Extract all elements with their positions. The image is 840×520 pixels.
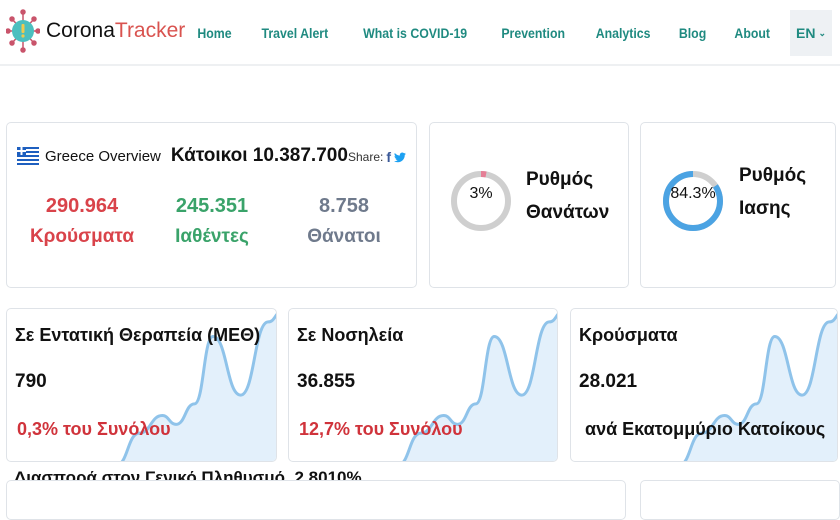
icu-value: 790 bbox=[15, 371, 47, 392]
top-navbar: CoronaTracker Home Travel Alert What is … bbox=[0, 0, 840, 66]
overview-title: Greece Overview bbox=[45, 147, 161, 165]
greece-flag-icon bbox=[17, 147, 39, 165]
icu-share: 0,3% του Συνόλου bbox=[17, 419, 171, 439]
icu-card: Σε Εντατική Θεραπεία (ΜΕΘ) 790 0,3% του … bbox=[6, 308, 277, 462]
stat-deaths: 8.758 Θάνατοι bbox=[279, 195, 409, 248]
hospitalized-card: Σε Νοσηλεία 36.855 12,7% του Συνόλου bbox=[288, 308, 558, 462]
nav-prevention[interactable]: Prevention bbox=[501, 25, 565, 41]
recovery-rate-label: Ρυθμός Ιασης bbox=[739, 165, 807, 219]
cases-label: Κρούσματα bbox=[29, 226, 135, 247]
recovered-value: 245.351 bbox=[175, 195, 249, 217]
hospitalized-title: Σε Νοσηλεία bbox=[297, 325, 404, 345]
brand-logo[interactable]: CoronaTracker bbox=[6, 8, 185, 54]
population: Κάτοικοι 10.387.700 bbox=[170, 145, 348, 166]
brand-name: CoronaTracker bbox=[46, 19, 186, 42]
share-label: Share: bbox=[347, 150, 384, 164]
twitter-icon[interactable] bbox=[394, 151, 406, 163]
chevron-down-icon: ⌄ bbox=[818, 27, 826, 38]
nav-blog[interactable]: Blog bbox=[679, 25, 706, 41]
deaths-value: 8.758 bbox=[318, 195, 370, 217]
icu-title: Σε Εντατική Θεραπεία (ΜΕΘ) bbox=[15, 325, 261, 345]
share-links: Share: f bbox=[348, 149, 406, 165]
nav-travel-alert[interactable]: Travel Alert bbox=[261, 25, 328, 41]
language-selector[interactable]: EN ⌄ bbox=[790, 10, 832, 56]
country-overview-card: Greece Overview Κάτοικοι 10.387.700 Shar… bbox=[6, 122, 417, 288]
facebook-icon[interactable]: f bbox=[386, 149, 391, 165]
cases-per-million-title: Κρούσματα bbox=[579, 325, 678, 345]
cases-value: 290.964 bbox=[45, 195, 119, 217]
lower-card-left bbox=[6, 480, 626, 520]
nav-analytics[interactable]: Analytics bbox=[596, 25, 651, 41]
cases-per-million-card: Κρούσματα 28.021 ανά Εκατομμύριο Κατοίκο… bbox=[570, 308, 838, 462]
stat-cases: 290.964 Κρούσματα bbox=[17, 195, 147, 248]
nav-home[interactable]: Home bbox=[197, 25, 231, 41]
main-menu: Home Travel Alert What is COVID-19 Preve… bbox=[172, 10, 832, 56]
cases-per-million-sub: ανά Εκατομμύριο Κατοίκους bbox=[585, 419, 826, 439]
recovery-rate-card: 84.3% Ρυθμός Ιασης bbox=[640, 122, 836, 288]
recovered-label: Ιαθέντες bbox=[175, 226, 249, 247]
death-rate-value: 3% bbox=[469, 185, 493, 202]
nav-what-is-covid[interactable]: What is COVID-19 bbox=[363, 25, 467, 41]
deaths-label: Θάνατοι bbox=[307, 226, 381, 247]
recovery-rate-value: 84.3% bbox=[670, 185, 716, 202]
death-rate-label: Ρυθμός Θανάτων bbox=[526, 169, 610, 223]
language-value: EN bbox=[796, 25, 816, 41]
hospitalized-value: 36.855 bbox=[297, 371, 356, 392]
nav-about[interactable]: About bbox=[734, 25, 770, 41]
stat-recovered: 245.351 Ιαθέντες bbox=[147, 195, 277, 248]
cases-per-million-value: 28.021 bbox=[579, 371, 638, 392]
death-rate-card: 3% Ρυθμός Θανάτων bbox=[429, 122, 629, 288]
hospitalized-share: 12,7% του Συνόλου bbox=[299, 419, 463, 439]
virus-logo-icon bbox=[6, 9, 40, 53]
lower-card-right bbox=[640, 480, 840, 520]
